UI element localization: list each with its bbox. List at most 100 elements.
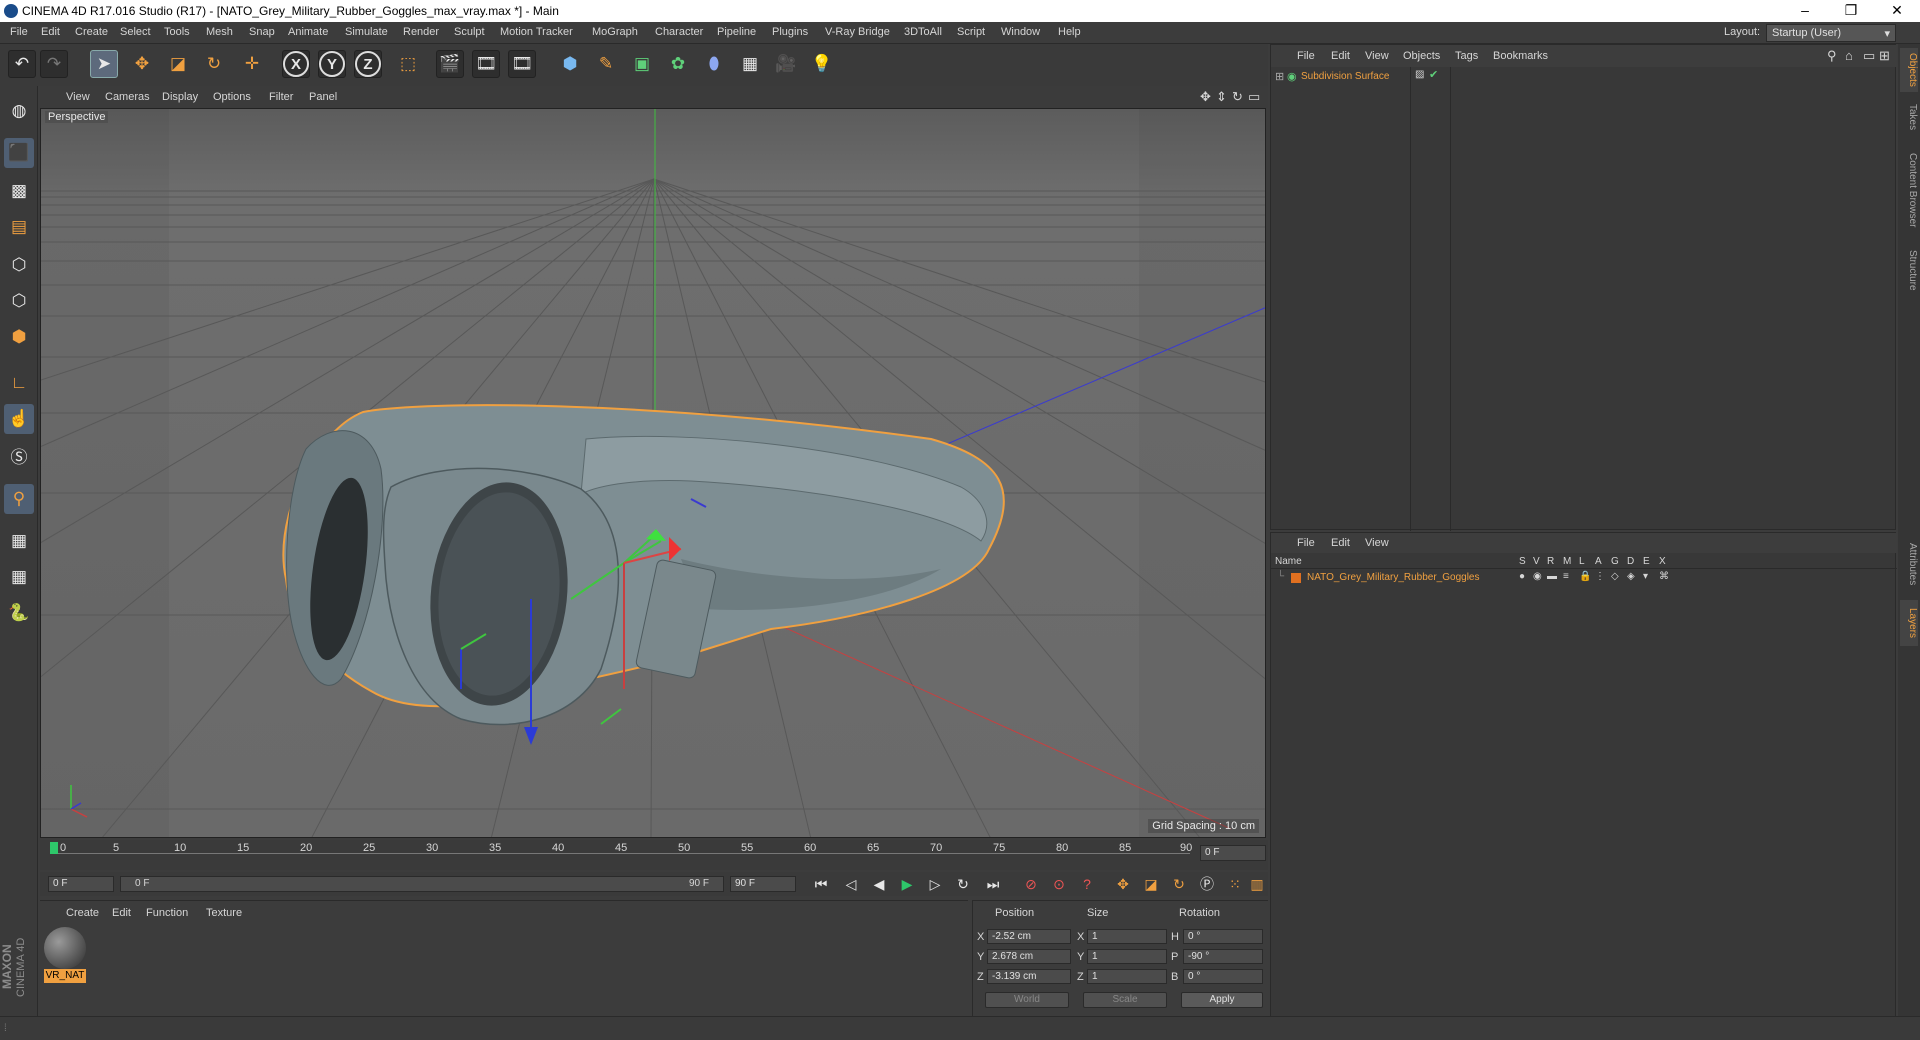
menu-plugins[interactable]: Plugins — [772, 26, 808, 38]
record-keys-button[interactable]: ⊘ — [1020, 874, 1042, 894]
snapping-button[interactable]: Ⓢ — [4, 440, 34, 470]
tab-objects[interactable]: Objects — [1900, 48, 1918, 92]
menu-file[interactable]: File — [10, 26, 28, 38]
layers-menu-view[interactable]: View — [1365, 537, 1389, 549]
viewport-move-icon[interactable]: ✥ — [1200, 89, 1211, 105]
render-clapper-icon[interactable]: ▬ — [1547, 571, 1557, 582]
add-deformer-button[interactable]: ⬮ — [700, 50, 728, 78]
key-rotation-button[interactable]: ↻ — [1168, 874, 1190, 894]
move-tool-button[interactable]: ✥ — [128, 50, 156, 78]
timeline-ruler[interactable]: 0 5 10 15 20 25 30 35 40 45 50 55 60 65 … — [40, 840, 1268, 870]
tweak-mode-button[interactable]: ☝ — [4, 404, 34, 434]
undo-button[interactable]: ↶ — [8, 50, 36, 78]
recent-tool-button[interactable]: ✛ — [238, 50, 266, 78]
dock-icon[interactable]: ⊞ — [1879, 48, 1890, 64]
viewport-menu-panel[interactable]: Panel — [309, 91, 337, 103]
rotation-h-field[interactable]: 0 ° — [1183, 929, 1263, 944]
layers-menu-edit[interactable]: Edit — [1331, 537, 1350, 549]
render-view-button[interactable]: 🎬 — [436, 50, 464, 78]
deformer-icon[interactable]: ◈ — [1627, 571, 1635, 582]
menu-mograph[interactable]: MoGraph — [592, 26, 638, 38]
tree-expand-icon[interactable]: ⊞ — [1275, 70, 1284, 83]
manager-icon[interactable]: ≡ — [1563, 571, 1569, 582]
z-axis-lock-button[interactable]: Z — [354, 50, 382, 78]
position-y-field[interactable]: 2.678 cm — [987, 949, 1071, 964]
material-menu-texture[interactable]: Texture — [206, 907, 242, 919]
frame-range-slider[interactable]: 0 F 90 F — [120, 876, 724, 892]
texture-mode-button[interactable]: ▩ — [4, 176, 34, 206]
render-picture-viewer-button[interactable]: 🎞 — [472, 50, 500, 78]
layout-select[interactable]: Startup (User) ▾ — [1766, 24, 1896, 42]
axis-mode-button[interactable]: ∟ — [4, 368, 34, 398]
add-subdivision-button[interactable]: ▣ — [628, 50, 656, 78]
menu-animate[interactable]: Animate — [288, 26, 328, 38]
tab-layers[interactable]: Layers — [1900, 600, 1918, 646]
workplane-mode-button[interactable]: ▤ — [4, 212, 34, 242]
menu-tools[interactable]: Tools — [164, 26, 190, 38]
key-parameter-button[interactable]: Ⓟ — [1196, 874, 1218, 894]
end-frame-field[interactable]: 90 F — [730, 876, 796, 892]
tab-attributes[interactable]: Attributes — [1900, 532, 1918, 596]
previous-key-button[interactable]: ◁ — [840, 874, 862, 894]
add-cube-button[interactable]: ⬢ — [556, 50, 584, 78]
objects-menu-bookmarks[interactable]: Bookmarks — [1493, 50, 1548, 62]
make-editable-button[interactable]: ◍ — [4, 96, 34, 126]
viewport-menu-options[interactable]: Options — [213, 91, 251, 103]
add-light-button[interactable]: 💡 — [808, 50, 836, 78]
menu-render[interactable]: Render — [403, 26, 439, 38]
redo-button[interactable]: ↷ — [40, 50, 68, 78]
menu-motion-tracker[interactable]: Motion Tracker — [500, 26, 573, 38]
layer-row[interactable]: └ NATO_Grey_Military_Rubber_Goggles ● ◉ … — [1271, 571, 1897, 585]
new-window-icon[interactable]: ▭ — [1863, 48, 1875, 64]
coordinate-system-button[interactable]: ⬚ — [394, 50, 422, 78]
scale-tool-button[interactable]: ◪ — [164, 50, 192, 78]
previous-frame-button[interactable]: ◀ — [868, 874, 890, 894]
material-menu-function[interactable]: Function — [146, 907, 188, 919]
timeline-window-button[interactable]: ▥ — [1246, 874, 1268, 894]
add-spline-button[interactable]: ✎ — [592, 50, 620, 78]
expression-icon[interactable]: ▾ — [1643, 571, 1648, 582]
viewport-menu-view[interactable]: View — [66, 91, 90, 103]
generator-icon[interactable]: ◇ — [1611, 571, 1619, 582]
material-menu-create[interactable]: Create — [66, 907, 99, 919]
rotate-tool-button[interactable]: ↻ — [200, 50, 228, 78]
play-button[interactable]: ▶ — [896, 874, 918, 894]
planar-workplane-button[interactable]: ▦ — [4, 562, 34, 592]
menu-character[interactable]: Character — [655, 26, 703, 38]
scale-mode-select[interactable]: Scale — [1083, 992, 1167, 1008]
animation-icon[interactable]: ⋮ — [1595, 571, 1605, 582]
menu-edit[interactable]: Edit — [41, 26, 60, 38]
menu-mesh[interactable]: Mesh — [206, 26, 233, 38]
tab-takes[interactable]: Takes — [1900, 100, 1918, 134]
menu-select[interactable]: Select — [120, 26, 151, 38]
add-cloner-button[interactable]: ✿ — [664, 50, 692, 78]
objects-menu-file[interactable]: File — [1297, 50, 1315, 62]
polygons-mode-button[interactable]: ⬢ — [4, 322, 34, 352]
material-item[interactable]: VR_NAT — [44, 927, 86, 983]
key-pla-button[interactable]: ⁙ — [1224, 874, 1246, 894]
menu-script[interactable]: Script — [957, 26, 985, 38]
viewport-menu-cameras[interactable]: Cameras — [105, 91, 150, 103]
add-floor-button[interactable]: ▦ — [736, 50, 764, 78]
enable-snap-button[interactable]: ⚲ — [4, 484, 34, 514]
menu-pipeline[interactable]: Pipeline — [717, 26, 756, 38]
menu-simulate[interactable]: Simulate — [345, 26, 388, 38]
current-frame-field[interactable]: 0 F — [1200, 845, 1266, 861]
loop-button[interactable]: ↻ — [952, 874, 974, 894]
enabled-check-icon[interactable]: ✔ — [1429, 68, 1438, 81]
viewport-zoom-icon[interactable]: ⇕ — [1216, 89, 1227, 105]
points-mode-button[interactable]: ⬡ — [4, 250, 34, 280]
material-menu-edit[interactable]: Edit — [112, 907, 131, 919]
next-frame-button[interactable]: ▷ — [924, 874, 946, 894]
xref-icon[interactable]: ⌘ — [1659, 571, 1669, 582]
menu-snap[interactable]: Snap — [249, 26, 275, 38]
layers-menu-file[interactable]: File — [1297, 537, 1315, 549]
add-camera-button[interactable]: 🎥 — [772, 50, 800, 78]
layer-color-swatch[interactable] — [1291, 573, 1301, 583]
objects-menu-objects[interactable]: Objects — [1403, 50, 1440, 62]
viewport-rotate-icon[interactable]: ↻ — [1232, 89, 1243, 105]
objects-menu-tags[interactable]: Tags — [1455, 50, 1478, 62]
viewport-menu-filter[interactable]: Filter — [269, 91, 293, 103]
live-selection-button[interactable]: ➤ — [90, 50, 118, 78]
menu-sculpt[interactable]: Sculpt — [454, 26, 485, 38]
